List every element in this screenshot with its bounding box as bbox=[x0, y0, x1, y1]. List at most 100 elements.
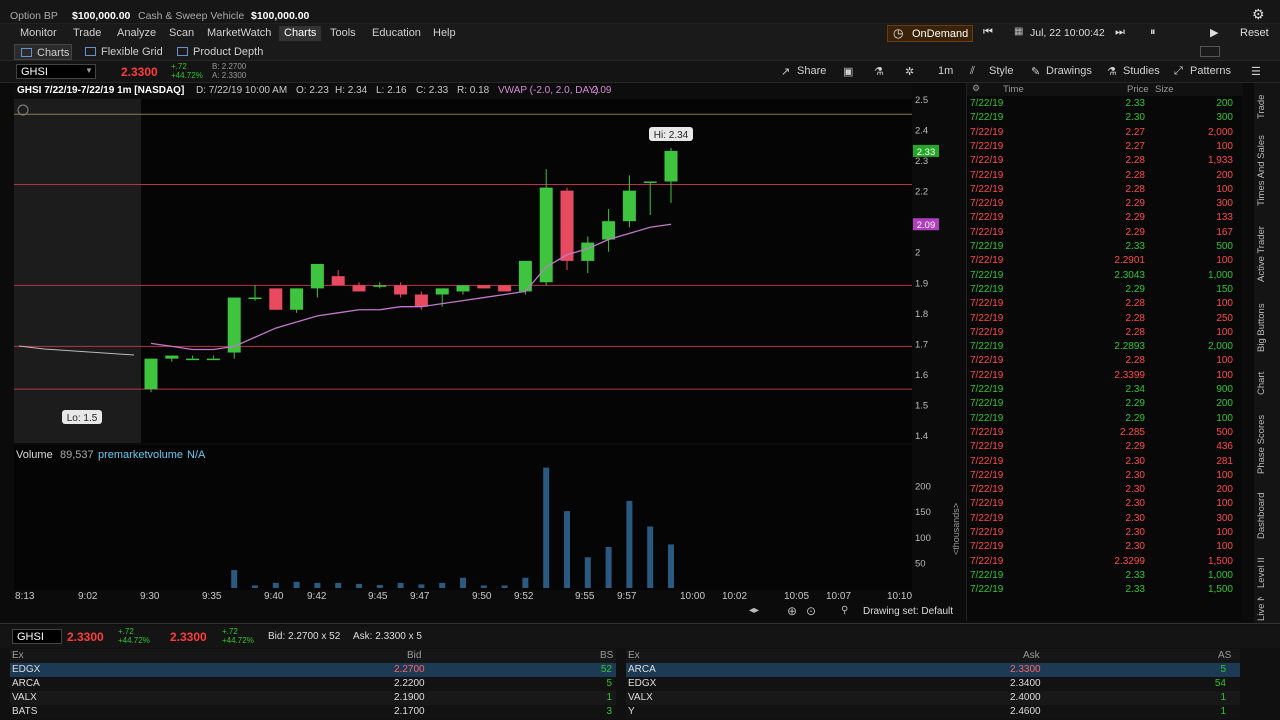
candle-body[interactable] bbox=[352, 285, 366, 292]
pan-icon[interactable]: ◂▸ bbox=[749, 605, 759, 616]
ondemand-datetime[interactable]: Jul, 22 10:00:42 bbox=[1030, 27, 1105, 39]
menu-help[interactable]: Help bbox=[428, 26, 461, 41]
candle-body[interactable] bbox=[165, 355, 179, 359]
volume-bar[interactable] bbox=[335, 582, 342, 588]
reset-button[interactable]: Reset bbox=[1240, 27, 1269, 39]
ondemand-button[interactable]: ◷ OnDemand bbox=[887, 25, 973, 42]
volume-bar[interactable] bbox=[460, 577, 466, 588]
volume-bar[interactable] bbox=[356, 583, 362, 588]
vwap-study-label[interactable]: VWAP (-2.0, 2.0, DAY) bbox=[498, 85, 598, 96]
volume-bar[interactable] bbox=[231, 570, 238, 588]
candle-body[interactable] bbox=[435, 288, 449, 295]
l2-row[interactable]: EDGX 2.3400 54 bbox=[626, 677, 1240, 691]
menu-trade[interactable]: Trade bbox=[68, 26, 106, 41]
volume-bar[interactable] bbox=[626, 500, 633, 588]
volume-bar[interactable] bbox=[647, 526, 654, 589]
symbol-input[interactable]: GHSI ▼ bbox=[16, 64, 96, 79]
flask-icon[interactable]: ⚗ bbox=[874, 65, 884, 78]
menu-scan[interactable]: Scan bbox=[164, 26, 199, 41]
crosshair-icon[interactable]: ⊕ bbox=[787, 604, 797, 618]
studies-button[interactable]: Studies bbox=[1123, 65, 1160, 77]
candle-body[interactable] bbox=[394, 285, 408, 295]
rail-tab-chart[interactable]: Chart bbox=[1256, 365, 1278, 401]
calendar-icon[interactable]: ▦ bbox=[1014, 26, 1023, 37]
menu-tools[interactable]: Tools bbox=[325, 26, 361, 41]
rail-tab-level2[interactable]: Level II bbox=[1256, 553, 1278, 593]
candle-body[interactable] bbox=[581, 242, 595, 261]
menu-analyze[interactable]: Analyze bbox=[112, 26, 161, 41]
candle-body[interactable] bbox=[144, 358, 158, 390]
menu-monitor[interactable]: Monitor bbox=[15, 26, 62, 41]
candle-body[interactable] bbox=[269, 288, 283, 310]
rail-tab-trade[interactable]: Trade bbox=[1256, 87, 1278, 127]
menu-icon[interactable]: ☰ bbox=[1251, 65, 1261, 78]
zoom-icon[interactable]: ⊙ bbox=[806, 604, 816, 618]
menu-charts[interactable]: Charts bbox=[279, 26, 322, 41]
candle-body[interactable] bbox=[414, 294, 428, 307]
rail-tab-big-buttons[interactable]: Big Buttons bbox=[1256, 297, 1278, 359]
l2-row[interactable]: ARCA 2.2200 5 bbox=[10, 677, 616, 691]
volume-bar[interactable] bbox=[584, 557, 591, 588]
rail-tab-live-news[interactable]: Live News bbox=[1256, 597, 1278, 621]
volume-bar[interactable] bbox=[439, 582, 446, 588]
l2-row[interactable]: VALX 2.1900 1 bbox=[10, 691, 616, 705]
snapshot-icon[interactable]: ▣ bbox=[843, 65, 853, 78]
tab-flexible-grid[interactable]: Flexible Grid bbox=[79, 44, 169, 60]
patterns-button[interactable]: Patterns bbox=[1190, 65, 1231, 77]
volume-bar[interactable] bbox=[272, 582, 279, 588]
volume-bar[interactable] bbox=[543, 467, 550, 588]
candle-body[interactable] bbox=[602, 221, 616, 240]
volume-bar[interactable] bbox=[522, 577, 529, 588]
volume-bar[interactable] bbox=[397, 582, 404, 588]
drawings-button[interactable]: Drawings bbox=[1046, 65, 1092, 77]
menu-education[interactable]: Education bbox=[367, 26, 426, 41]
volume-bar[interactable] bbox=[293, 581, 300, 588]
l2-row[interactable]: EDGX 2.2700 52 bbox=[10, 663, 616, 677]
candle-body[interactable] bbox=[539, 187, 553, 283]
volume-bar[interactable] bbox=[564, 511, 570, 588]
tab-product-depth[interactable]: Product Depth bbox=[171, 44, 269, 60]
play-icon[interactable]: ▶ bbox=[1210, 26, 1218, 39]
menu-marketwatch[interactable]: MarketWatch bbox=[202, 26, 276, 41]
volume-bar[interactable] bbox=[501, 585, 508, 588]
rail-tab-dashboard[interactable]: Dashboard bbox=[1256, 485, 1278, 547]
candle-body[interactable] bbox=[456, 285, 470, 292]
tab-charts[interactable]: Charts bbox=[14, 44, 72, 60]
candle-body[interactable] bbox=[664, 150, 678, 182]
l2-row[interactable]: ARCA 2.3300 5 bbox=[626, 663, 1240, 677]
rail-tab-times-sales[interactable]: Times And Sales bbox=[1256, 131, 1278, 211]
candle-body[interactable] bbox=[498, 285, 512, 292]
style-button[interactable]: Style bbox=[989, 65, 1013, 77]
l2-row[interactable]: VALX 2.4000 1 bbox=[626, 691, 1240, 705]
volume-pane[interactable]: Volume 89,537 premarketvolume N/A bbox=[14, 445, 912, 590]
gear-icon[interactable]: ⚙ bbox=[1252, 6, 1265, 23]
candle-body[interactable] bbox=[331, 276, 345, 286]
volume-bar[interactable] bbox=[418, 584, 425, 588]
candle-body[interactable] bbox=[643, 181, 657, 183]
candle-body[interactable] bbox=[186, 358, 200, 361]
drawing-set[interactable]: Drawing set: Default bbox=[863, 606, 953, 617]
settings-icon[interactable]: ✲ bbox=[905, 65, 914, 78]
rail-tab-phase-scores[interactable]: Phase Scores bbox=[1256, 409, 1278, 479]
window-icon[interactable] bbox=[1200, 46, 1220, 57]
candle-body[interactable] bbox=[373, 285, 387, 287]
timeframe-button[interactable]: 1m bbox=[938, 65, 953, 77]
candle-body[interactable] bbox=[206, 358, 220, 361]
share-button[interactable]: Share bbox=[797, 65, 826, 77]
volume-bar[interactable] bbox=[480, 585, 487, 588]
pause-icon[interactable]: ⏸ bbox=[1150, 26, 1156, 39]
l2-row[interactable]: Y 2.4600 1 bbox=[626, 705, 1240, 719]
volume-bar[interactable] bbox=[376, 584, 383, 588]
candle-body[interactable] bbox=[622, 190, 636, 222]
candle-body[interactable] bbox=[248, 297, 262, 300]
candle-body[interactable] bbox=[290, 288, 304, 310]
candle-body[interactable] bbox=[310, 263, 324, 289]
candle-body[interactable] bbox=[560, 190, 574, 261]
volume-bar[interactable] bbox=[252, 585, 258, 588]
skip-forward-icon[interactable]: ⏭ bbox=[1115, 26, 1125, 39]
volume-bar[interactable] bbox=[668, 544, 674, 588]
volume-bar[interactable] bbox=[605, 547, 612, 588]
skip-back-icon[interactable]: ⏮ bbox=[983, 26, 993, 39]
l2-row[interactable]: BATS 2.1700 3 bbox=[10, 705, 616, 719]
volume-bar[interactable] bbox=[314, 582, 321, 588]
